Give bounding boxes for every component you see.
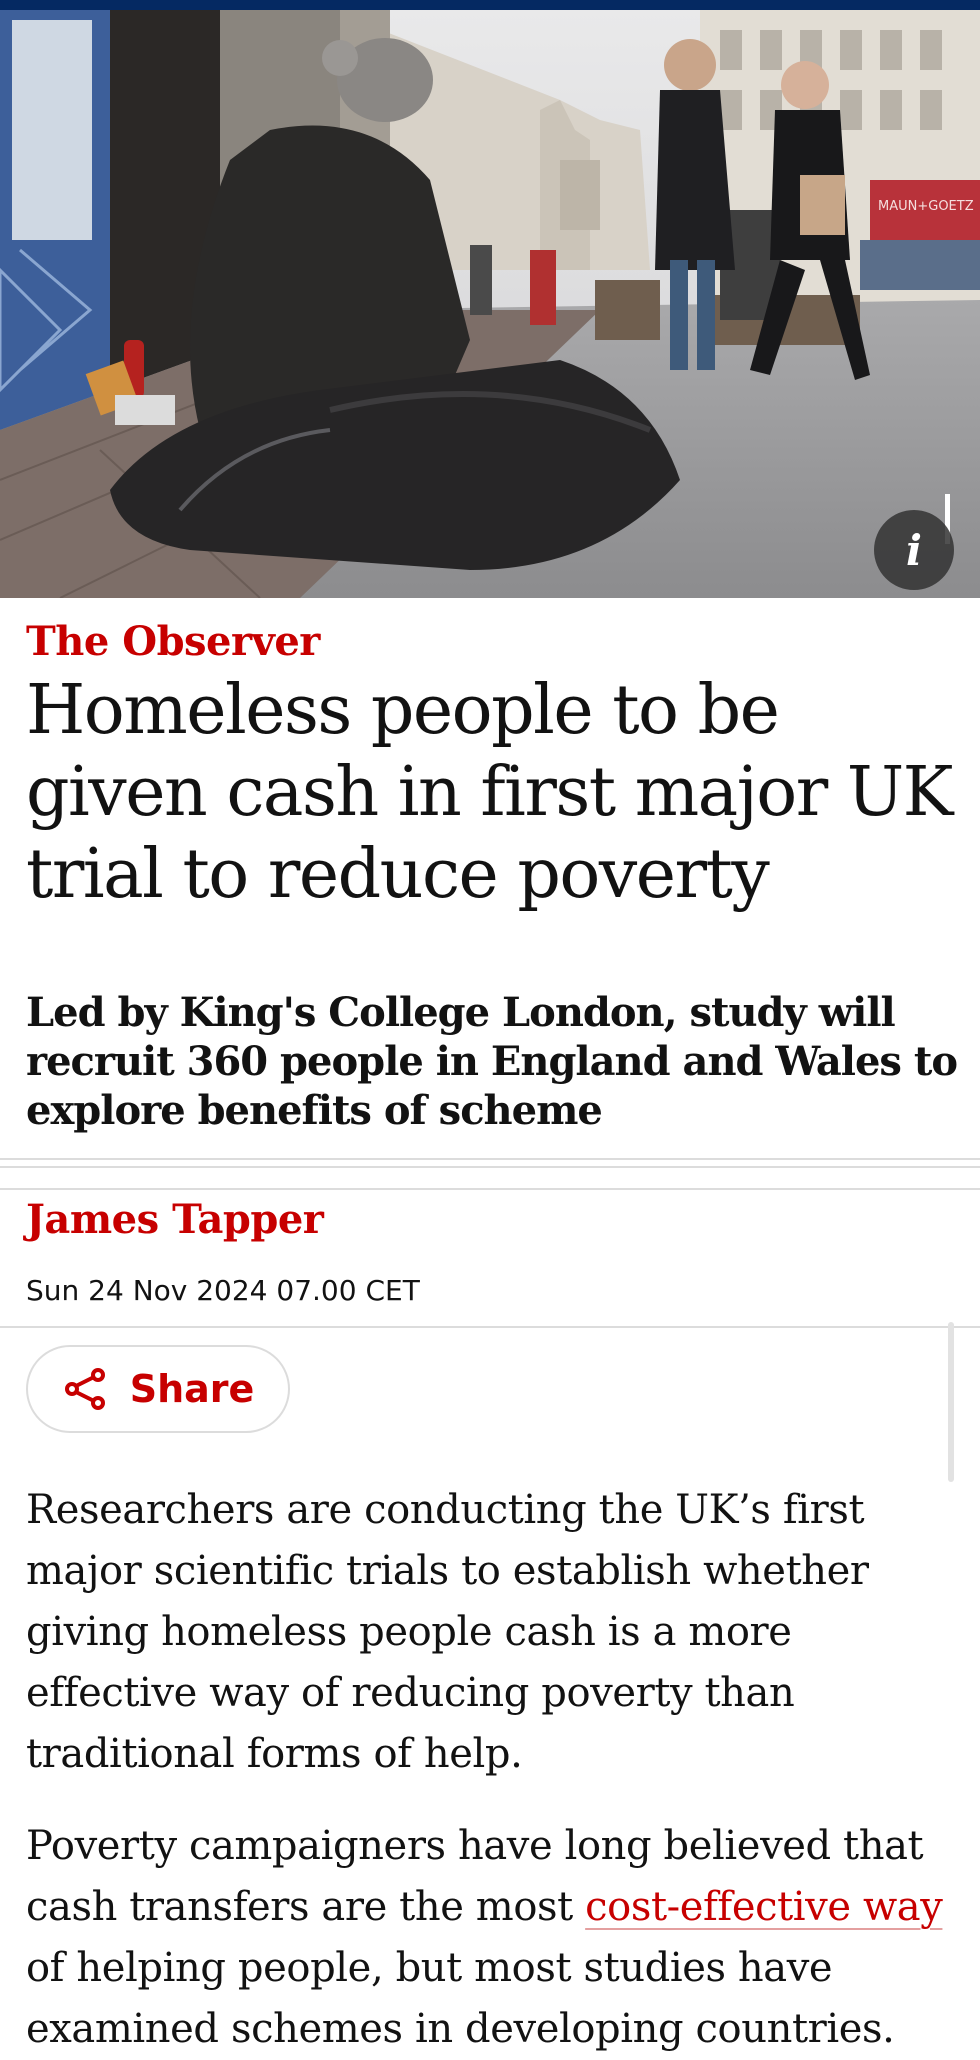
- image-info-button[interactable]: i: [874, 510, 954, 590]
- scrollbar[interactable]: [948, 1322, 954, 1482]
- divider: [0, 1166, 980, 1168]
- masthead-bar: [0, 0, 980, 10]
- cost-effective-link[interactable]: cost-effective way: [585, 1884, 943, 1930]
- headline: Homeless people to be given cash in firs…: [26, 671, 953, 914]
- share-label: Share: [129, 1367, 255, 1411]
- info-icon: i: [906, 525, 922, 575]
- divider: [0, 1326, 980, 1328]
- article-paragraph: Researchers are conducting the UK’s firs…: [26, 1487, 869, 1777]
- standfirst: Led by King's College London, study will…: [26, 989, 958, 1134]
- author-byline[interactable]: James Tapper: [26, 1196, 324, 1243]
- share-icon: [64, 1368, 105, 1410]
- paragraph-text: of helping people, but most studies have…: [26, 1945, 895, 2052]
- publish-date: Sun 24 Nov 2024 07.00 CET: [26, 1274, 420, 1307]
- divider: [0, 1188, 980, 1190]
- divider: [0, 1158, 980, 1160]
- share-button[interactable]: Share: [26, 1345, 290, 1433]
- article-paragraph: Poverty campaigners have long believed t…: [26, 1816, 966, 2060]
- series-kicker[interactable]: The Observer: [26, 618, 320, 665]
- hero-image: MAUN+GOETZ i: [0, 10, 980, 598]
- shop-sign: MAUN+GOETZ: [878, 199, 974, 214]
